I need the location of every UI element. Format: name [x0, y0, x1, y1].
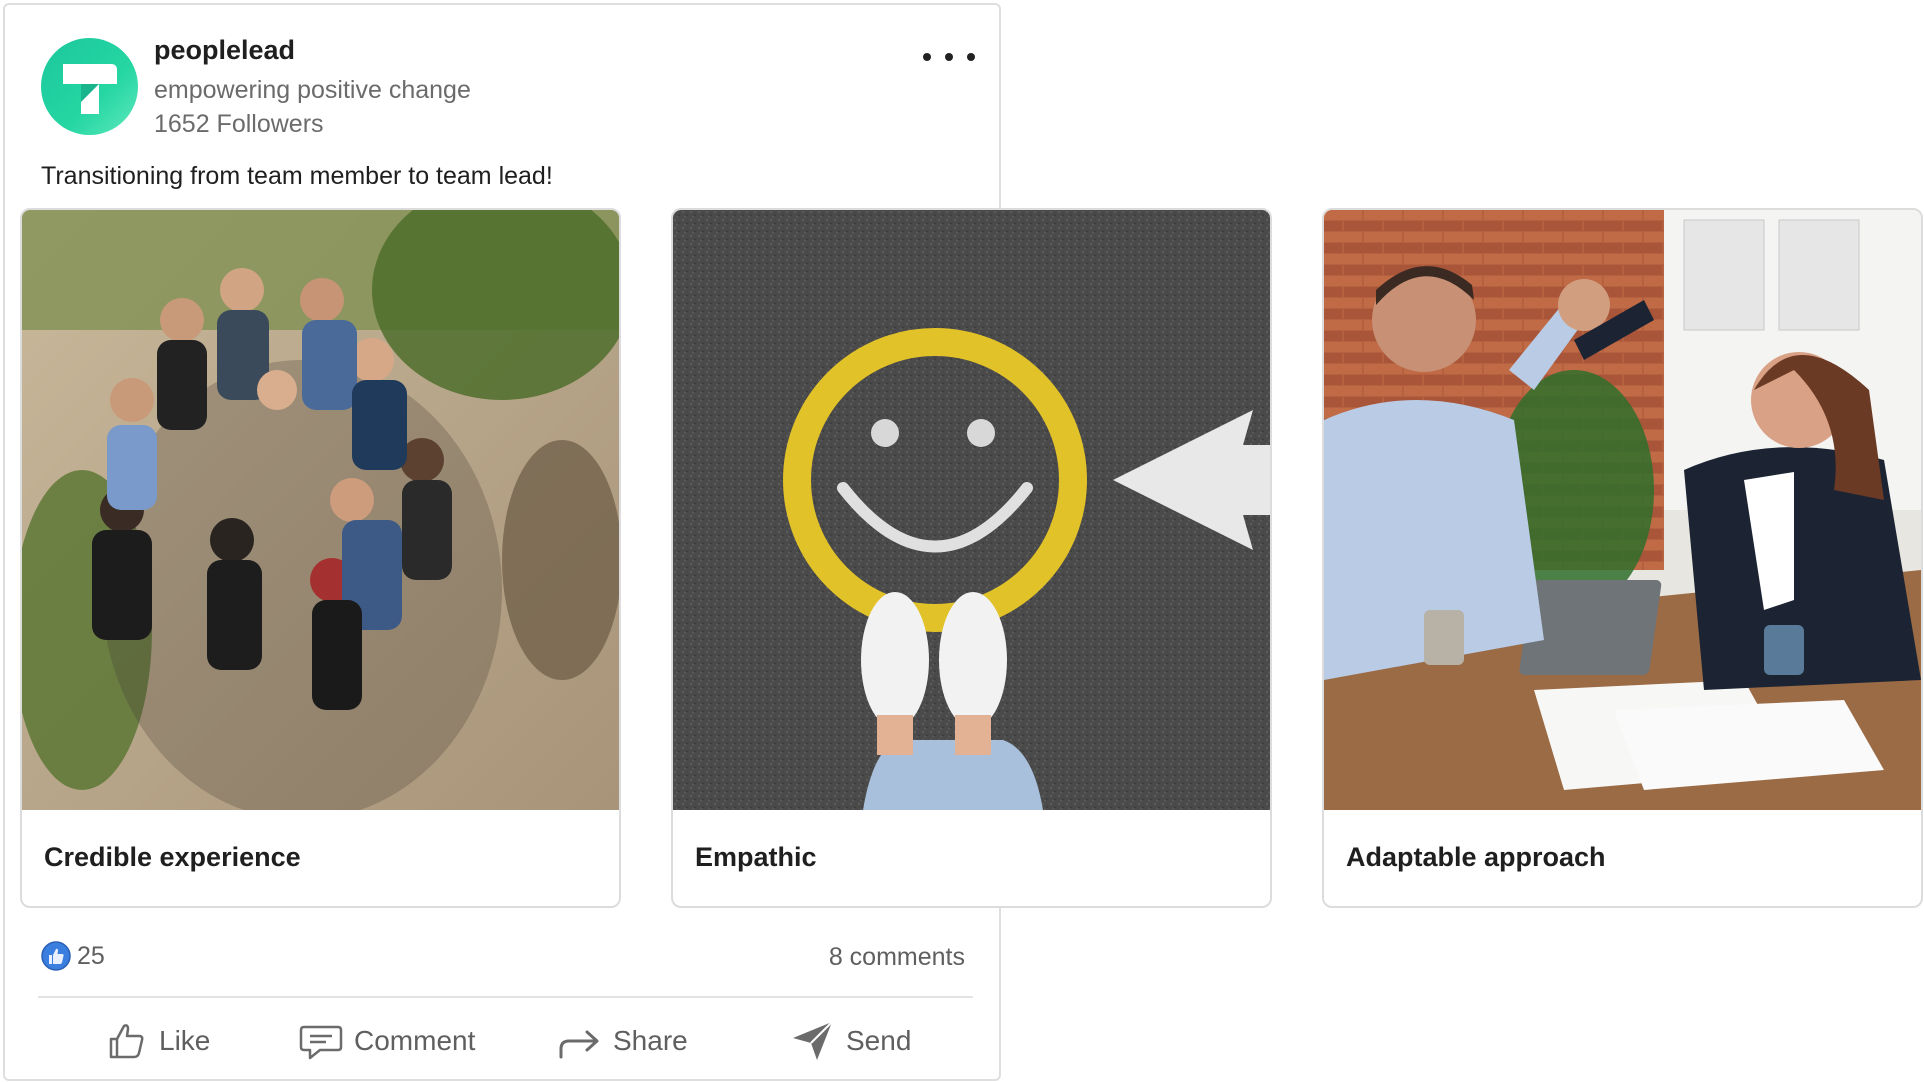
- like-reaction-icon: [41, 941, 71, 971]
- send-icon: [793, 1021, 833, 1060]
- smiley-face-on-asphalt-photo: [673, 210, 1270, 810]
- carousel-card-adaptable-approach[interactable]: Adaptable approach: [1322, 208, 1923, 908]
- share-label: Share: [613, 1025, 688, 1056]
- comment-button[interactable]: Comment: [298, 1015, 475, 1067]
- like-label: Like: [159, 1025, 211, 1056]
- carousel-caption: Credible experience: [44, 842, 301, 872]
- carousel-caption: Adaptable approach: [1346, 842, 1606, 872]
- comment-label: Comment: [354, 1025, 476, 1056]
- carousel-caption: Empathic: [695, 842, 817, 872]
- reaction-count: 25: [77, 941, 105, 970]
- more-options-button[interactable]: [923, 43, 975, 71]
- office-high-five-photo: [1324, 210, 1921, 810]
- send-button[interactable]: Send: [790, 1015, 911, 1067]
- comments-count[interactable]: 8 comments: [829, 943, 965, 972]
- comment-icon: [299, 1025, 343, 1060]
- company-logo[interactable]: [41, 38, 138, 135]
- more-horizontal-icon: [923, 53, 931, 61]
- post-text: Transitioning from team member to team l…: [41, 162, 553, 190]
- like-button[interactable]: Like: [105, 1015, 210, 1067]
- send-label: Send: [846, 1025, 912, 1056]
- reactions-summary[interactable]: 25: [41, 941, 105, 971]
- actions-divider: [38, 996, 973, 998]
- company-tagline: empowering positive change: [154, 76, 471, 104]
- share-icon: [559, 1030, 599, 1059]
- follower-count: 1652 Followers: [154, 110, 324, 138]
- peoplelead-logo-icon: [63, 64, 117, 114]
- company-name[interactable]: peoplelead: [154, 35, 295, 66]
- team-hands-together-photo: [22, 210, 619, 810]
- thumbs-up-icon: [109, 1024, 144, 1059]
- carousel-card-credible-experience[interactable]: Credible experience: [20, 208, 621, 908]
- carousel-card-empathic[interactable]: Empathic: [671, 208, 1272, 908]
- share-button[interactable]: Share: [557, 1015, 688, 1067]
